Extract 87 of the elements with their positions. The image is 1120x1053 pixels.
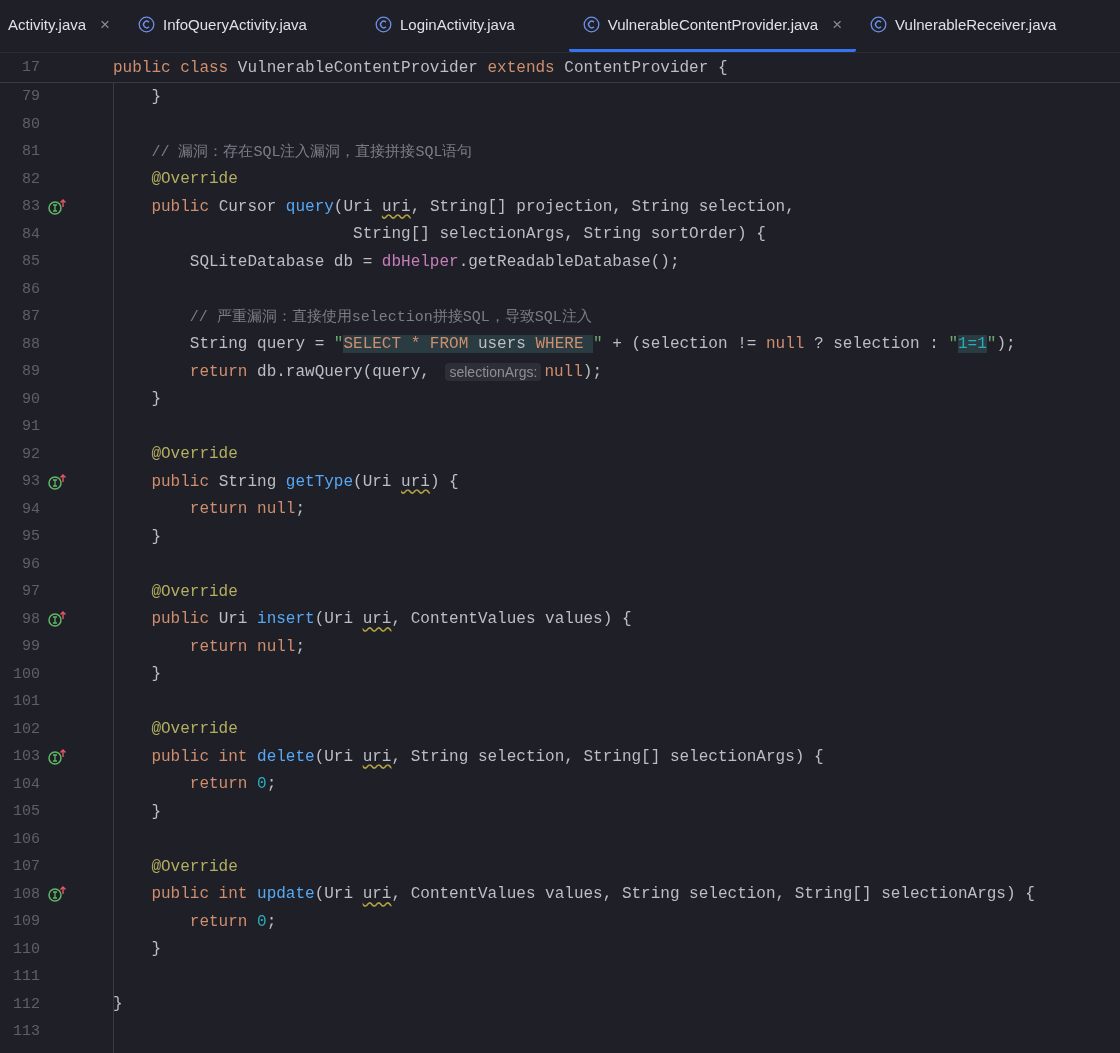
code-text: @Override [151,582,238,601]
implements-icon[interactable] [48,747,68,766]
line-number: 92 [21,445,40,463]
code-text: return 0; [189,912,277,931]
code-text: @Override [151,720,238,739]
code-text: } [151,527,161,546]
implements-icon[interactable] [48,610,68,629]
code-text: SQLiteDatabase db = dbHelper.getReadableDatabase(); [189,252,680,271]
code-text: null); [544,362,602,381]
implements-icon[interactable] [48,197,68,216]
line-number: 107 [12,858,40,876]
close-icon[interactable]: × [832,14,843,35]
line-number: 86 [21,280,40,298]
tab-label: LoginActivity.java [399,16,515,33]
line-number: 112 [12,995,40,1013]
code-text: return null; [189,500,306,519]
implements-icon[interactable] [48,472,68,491]
tab-label: VulnerableReceiver.java [895,16,1057,33]
class-icon [582,16,600,33]
line-number: 83 [21,198,40,216]
code-comment: // 严重漏洞：直接使用selection拼接SQL，导致SQL注入 [189,307,592,327]
code-text: } [151,390,161,409]
code-text: public class VulnerableContentProvider extends ContentProvider { [113,58,728,77]
line-number: 87 [21,308,40,326]
line-number: 108 [12,885,40,903]
line-number: 110 [12,940,40,958]
code-text: String[] selectionArgs, String sortOrder) { [353,225,766,244]
line-number: 99 [21,638,40,656]
code-text: return null; [189,637,306,656]
code-text: public int delete(Uri uri, String selection, String[] selectionArgs) { [151,747,824,766]
line-number: 105 [12,803,40,821]
editor-tab[interactable]: LoginActivity.java [360,0,569,52]
code-comment: // 漏洞：存在SQL注入漏洞，直接拼接SQL语句 [151,142,473,162]
code-text: } [151,802,161,821]
line-number: 113 [12,1023,40,1041]
code-text: String query = "SELECT * FROM users WHERE " + (selection != null ? selection : "1=1"); [189,335,1016,354]
line-number: 95 [21,528,40,546]
code-text: public int update(Uri uri, ContentValues values, String selection, String[] selectionArgs) { [151,885,1035,904]
code-text: } [151,665,161,684]
code-text: @Override [151,445,238,464]
line-number: 81 [21,143,40,161]
line-number: 89 [21,363,40,381]
tab-label: Activity.java [8,16,87,33]
editor-tab[interactable]: VulnerableContentProvider.java × [568,0,857,52]
class-icon [870,16,888,33]
code-text: public String getType(Uri uri) { [151,472,459,491]
code-text: public Uri insert(Uri uri, ContentValues values) { [151,610,632,629]
line-number: 80 [21,115,40,133]
line-number: 104 [12,775,40,793]
line-number: 82 [21,170,40,188]
close-icon[interactable]: × [100,14,110,35]
code-text: public Cursor query(Uri uri, String[] projection, String selection, [151,197,795,216]
line-number: 85 [21,253,40,271]
code-text: return db.rawQuery(query, [189,362,431,381]
line-number: 101 [12,693,40,711]
code-text: return 0; [189,775,277,794]
line-number: 109 [12,913,40,931]
code-text: @Override [151,170,238,189]
line-number: 94 [21,500,40,518]
line-number: 90 [21,390,40,408]
tab-label: VulnerableContentProvider.java [607,16,819,33]
class-icon [374,16,392,33]
line-number: 79 [21,88,40,106]
line-number: 106 [12,830,40,848]
line-number: 97 [21,583,40,601]
line-number: 102 [12,720,40,738]
code-text: } [151,940,161,959]
line-number: 96 [21,555,40,573]
line-number: 111 [12,968,40,986]
line-number: 84 [21,225,40,243]
code-text: } [151,87,161,106]
line-number: 93 [21,473,40,491]
line-number: 17 [21,59,40,76]
line-number: 88 [21,335,40,353]
class-icon [138,16,155,33]
implements-icon[interactable] [48,885,68,904]
tab-label: InfoQueryActivity.java [163,16,307,33]
editor-tab[interactable]: VulnerableReceiver.java [856,0,1111,52]
line-number: 98 [21,610,40,628]
code-text: } [113,995,123,1014]
editor-tab[interactable]: Activity.java × [0,0,124,52]
line-number: 91 [21,418,40,436]
inlay-hint: selectionArgs: [445,362,542,381]
line-number: 100 [12,665,40,683]
editor-tab[interactable]: InfoQueryActivity.java [124,0,361,52]
code-text: @Override [151,857,238,876]
line-number: 103 [12,748,40,766]
